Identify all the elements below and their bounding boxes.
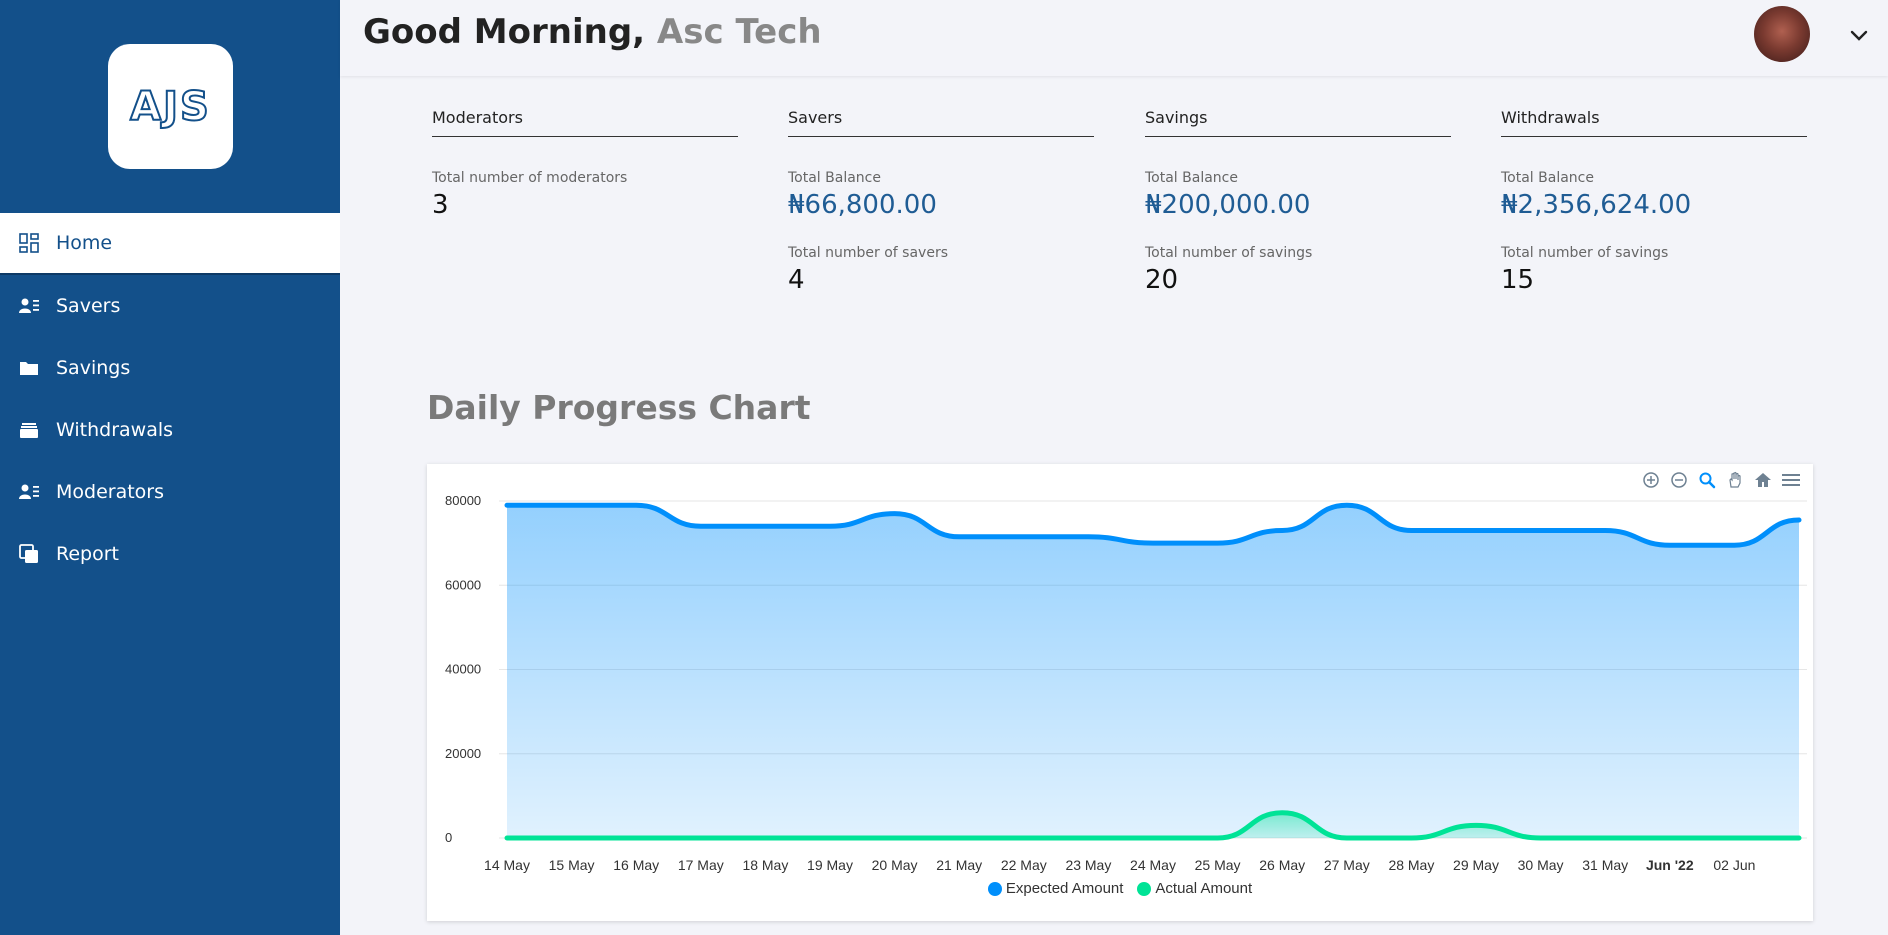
stat-label: Total number of savers [788, 245, 949, 261]
sidebar-item-label: Withdrawals [56, 419, 174, 441]
legend-label: Actual Amount [1155, 880, 1253, 897]
chart-toolbar [1639, 468, 1803, 492]
stat-title: Moderators [432, 108, 738, 137]
stat-label: Total number of moderators [432, 170, 628, 186]
stat-label: Total number of savings [1145, 245, 1313, 261]
menu-icon[interactable] [1779, 468, 1803, 492]
stat-title: Withdrawals [1501, 108, 1807, 137]
sidebar-item-label: Home [56, 232, 113, 254]
stat-value: 15 [1501, 265, 1535, 295]
x-tick-label: 15 May [549, 857, 595, 873]
x-tick-label: 25 May [1195, 857, 1241, 873]
series-area [507, 505, 1799, 838]
x-tick-label: 19 May [807, 857, 853, 873]
stat-label: Total Balance [1145, 170, 1238, 186]
stat-balance: ₦2,356,624.00 [1501, 190, 1692, 220]
sidebar-item-label: Moderators [56, 481, 165, 503]
folder-icon [18, 357, 40, 379]
section-title: Daily Progress Chart [427, 388, 811, 427]
pan-hand-icon[interactable] [1723, 468, 1747, 492]
stat-value: 20 [1145, 265, 1179, 295]
chart-legend: Expected Amount Actual Amount [427, 880, 1813, 897]
x-tick-label: 29 May [1453, 857, 1499, 873]
x-tick-label: 02 Jun [1713, 857, 1755, 873]
stat-moderators: Moderators Total number of moderators 3 [432, 108, 738, 220]
stat-balance: ₦200,000.00 [1145, 190, 1311, 220]
y-tick-label: 20000 [445, 746, 481, 761]
sidebar-item-savers[interactable]: Savers [0, 275, 340, 337]
dashboard-icon [18, 232, 40, 254]
stat-label: Total Balance [788, 170, 881, 186]
x-tick-label: 24 May [1130, 857, 1176, 873]
copy-icon [18, 543, 40, 565]
zoom-out-icon[interactable] [1667, 468, 1691, 492]
chevron-down-icon[interactable] [1848, 24, 1870, 46]
stat-value: 4 [788, 265, 805, 295]
y-tick-label: 60000 [445, 577, 481, 592]
sidebar-item-savings[interactable]: Savings [0, 337, 340, 399]
stat-label: Total number of savings [1501, 245, 1669, 261]
x-tick-label: 30 May [1518, 857, 1564, 873]
x-tick-label: 27 May [1324, 857, 1370, 873]
x-tick-label: 22 May [1001, 857, 1047, 873]
x-tick-label: 21 May [936, 857, 982, 873]
sidebar-nav: Home Savers Savings Withdrawals Moderato… [0, 213, 340, 585]
x-tick-label: 16 May [613, 857, 659, 873]
sidebar-item-moderators[interactable]: Moderators [0, 461, 340, 523]
stat-label: Total Balance [1501, 170, 1594, 186]
y-tick-label: 80000 [445, 493, 481, 508]
x-tick-label: 17 May [678, 857, 724, 873]
x-tick-label: 28 May [1388, 857, 1434, 873]
users-list-icon [18, 481, 40, 503]
legend-marker [987, 881, 1002, 896]
greeting-text: Good Morning, [363, 12, 646, 52]
legend-marker [1137, 881, 1152, 896]
app-logo[interactable]: AJS [108, 44, 233, 169]
sidebar-item-label: Report [56, 543, 119, 565]
x-tick-label: 14 May [484, 857, 530, 873]
avatar[interactable] [1754, 6, 1810, 62]
sidebar-item-withdrawals[interactable]: Withdrawals [0, 399, 340, 461]
chart-canvas: 80000 60000 40000 20000 0 14 May 15 May 16 May 1… [445, 493, 1807, 873]
user-name: Asc Tech [656, 12, 822, 52]
x-tick-label: 20 May [872, 857, 918, 873]
x-tick-label: Jun '22 [1646, 857, 1694, 873]
logo-text: AJS [129, 83, 211, 131]
x-tick-label: 31 May [1582, 857, 1628, 873]
daily-progress-chart: 80000 60000 40000 20000 0 14 May 15 May 16 May 1… [427, 464, 1813, 921]
x-tick-label: 18 May [742, 857, 788, 873]
stat-withdrawals: Withdrawals Total Balance ₦2,356,624.00 … [1501, 108, 1807, 295]
wallet-icon [18, 419, 40, 441]
users-list-icon [18, 295, 40, 317]
x-tick-label: 23 May [1065, 857, 1111, 873]
sidebar-item-label: Savers [56, 295, 121, 317]
sidebar: AJS Home Savers Savings Withdrawals Mode… [0, 0, 340, 935]
legend-item[interactable]: Expected Amount [987, 880, 1124, 897]
stat-value: 3 [432, 190, 449, 220]
zoom-in-icon[interactable] [1639, 468, 1663, 492]
selection-zoom-icon[interactable] [1695, 468, 1719, 492]
legend-label: Expected Amount [1005, 880, 1124, 897]
stat-balance: ₦66,800.00 [788, 190, 937, 220]
y-tick-label: 0 [445, 830, 452, 845]
stat-savings: Savings Total Balance ₦200,000.00 Total … [1145, 108, 1451, 295]
stat-title: Savings [1145, 108, 1451, 137]
top-header: Good Morning, Asc Tech [340, 0, 1888, 76]
greeting: Good Morning, Asc Tech [363, 12, 822, 52]
stat-savers: Savers Total Balance ₦66,800.00 Total nu… [788, 108, 1094, 295]
legend-item[interactable]: Actual Amount [1137, 880, 1252, 897]
sidebar-item-home[interactable]: Home [0, 213, 340, 275]
sidebar-item-report[interactable]: Report [0, 523, 340, 585]
sidebar-item-label: Savings [56, 357, 131, 379]
x-tick-label: 26 May [1259, 857, 1305, 873]
y-tick-label: 40000 [445, 662, 481, 677]
home-icon[interactable] [1751, 468, 1775, 492]
stat-title: Savers [788, 108, 1094, 137]
